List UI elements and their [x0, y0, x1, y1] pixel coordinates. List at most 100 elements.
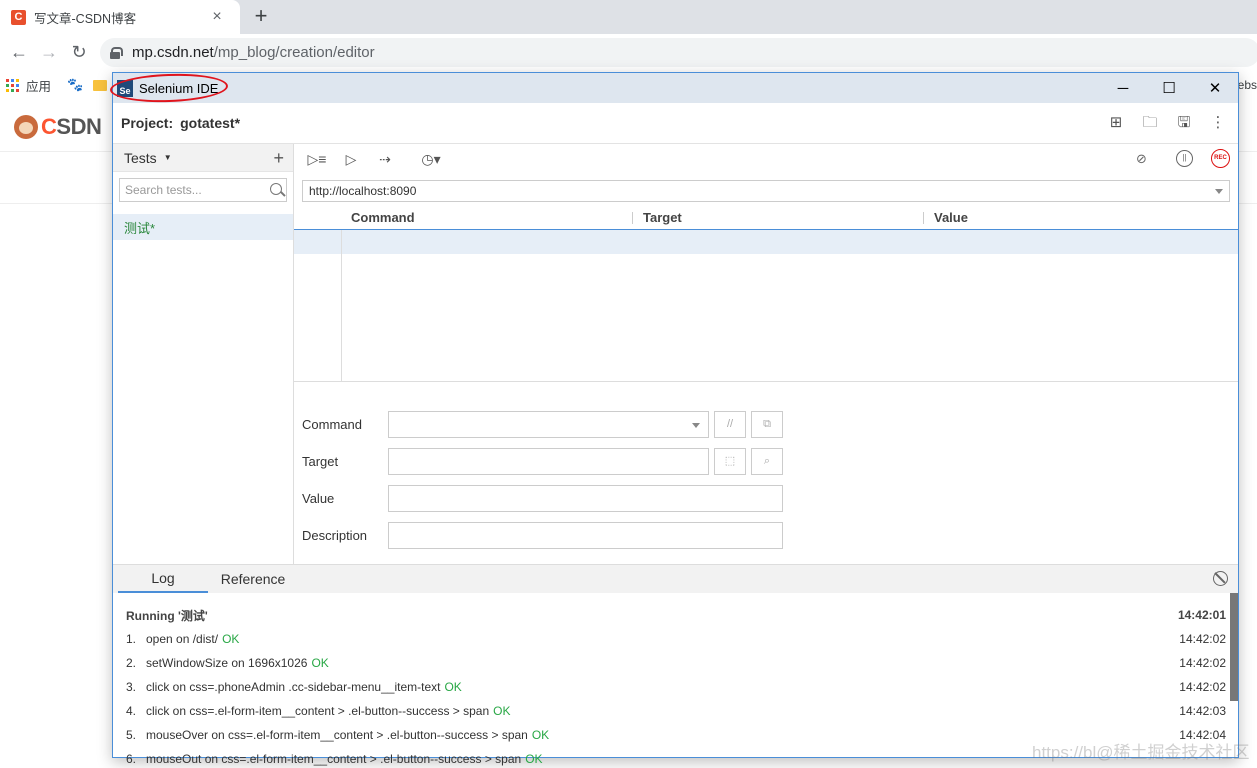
tab-reference[interactable]: Reference	[208, 565, 298, 593]
log-panel: Log Reference Running '测试' 14:42:01 1. o…	[113, 564, 1238, 766]
log-entry-text: click on css=.el-form-item__content > .e…	[146, 704, 490, 718]
command-table-header: Command Target Value	[294, 206, 1238, 230]
log-time: 14:42:01	[1177, 608, 1226, 622]
bookmark-apps[interactable]: 应用	[6, 76, 51, 95]
column-divider	[632, 212, 633, 224]
row-number-gutter	[341, 230, 342, 382]
reload-icon[interactable]: ↻	[68, 41, 90, 63]
log-entry-status: OK	[311, 656, 329, 670]
record-button[interactable]: REC	[1211, 149, 1230, 168]
address-bar[interactable]: mp.csdn.net/mp_blog/creation/editor	[100, 38, 1257, 67]
test-item[interactable]: 测试*	[113, 214, 293, 240]
log-entry-number: 5.	[126, 728, 137, 742]
log-entry-status: OK	[222, 632, 240, 646]
target-label: Target	[302, 454, 339, 469]
editor-toolbar: ▷≡ ▷ ⇢ ◷▾ ⊘ || REC	[294, 144, 1238, 174]
baidu-paw-icon[interactable]: 🐾	[67, 78, 83, 92]
log-time: 14:42:02	[1179, 680, 1226, 694]
log-entry-text: open on /dist/	[146, 632, 219, 646]
tab-title: 写文章-CSDN博客	[34, 11, 137, 26]
browser-tab[interactable]: C 写文章-CSDN博客 ×	[0, 0, 240, 34]
search-tests-input[interactable]: Search tests...	[119, 178, 287, 202]
command-label: Command	[302, 417, 362, 432]
test-speed-icon[interactable]: ◷▾	[416, 149, 446, 169]
save-project-icon[interactable]: 🖫	[1174, 114, 1194, 132]
add-test-icon[interactable]: +	[273, 148, 284, 169]
column-command: Command	[351, 210, 415, 225]
minimize-icon[interactable]: ─	[1100, 73, 1146, 103]
select-target-icon[interactable]: ⬚	[714, 448, 746, 475]
log-time: 14:42:03	[1179, 704, 1226, 718]
selected-command-row[interactable]	[294, 230, 1238, 254]
close-tab-icon[interactable]: ×	[209, 8, 225, 26]
command-row: Command // ⧉	[302, 406, 783, 443]
bookmark-apps-label: 应用	[26, 79, 52, 94]
tests-header-label: Tests	[124, 149, 157, 166]
chevron-down-icon	[1215, 189, 1223, 194]
lock-icon	[110, 46, 123, 59]
log-entry-number: 4.	[126, 704, 137, 718]
log-entry-text: mouseOut on css=.el-form-item__content >…	[146, 752, 522, 766]
column-divider	[923, 212, 924, 224]
maximize-icon[interactable]: ☐	[1146, 73, 1192, 103]
log-entry: 3. click on css=.phoneAdmin .cc-sidebar-…	[126, 675, 1226, 699]
selenium-ide-window: Se Selenium IDE ─ ☐ ✕ Project: gotatest*…	[109, 71, 1239, 766]
log-entry: 4. click on css=.el-form-item__content >…	[126, 699, 1226, 723]
project-label: Project:	[121, 115, 174, 131]
new-project-icon[interactable]: ⊞	[1106, 114, 1126, 132]
bookmark-truncated[interactable]: ebs	[1238, 78, 1257, 92]
column-target: Target	[643, 210, 682, 225]
project-name: gotatest*	[180, 115, 241, 131]
log-tabs: Log Reference	[113, 565, 1238, 593]
tab-log[interactable]: Log	[118, 565, 208, 593]
pause-on-exceptions-icon[interactable]: ||	[1176, 150, 1193, 167]
log-entry-text: click on css=.phoneAdmin .cc-sidebar-men…	[146, 680, 441, 694]
back-icon[interactable]: ←	[8, 41, 30, 63]
find-target-icon[interactable]: ⌕	[751, 448, 783, 475]
forward-icon[interactable]: →	[38, 41, 60, 63]
new-tab-button[interactable]: +	[249, 4, 273, 28]
log-time: 14:42:02	[1179, 656, 1226, 670]
tests-dropdown[interactable]: Tests ▼ +	[113, 144, 293, 172]
log-entry: 2. setWindowSize on 1696x1026 OK 14:42:0…	[126, 651, 1226, 675]
log-entry-text: mouseOver on css=.el-form-item__content …	[146, 728, 528, 742]
url-host: mp.csdn.net	[132, 44, 214, 61]
base-url-select[interactable]: http://localhost:8090	[302, 180, 1230, 202]
open-reference-icon[interactable]: ⧉	[751, 411, 783, 438]
run-all-tests-icon[interactable]: ▷≡	[306, 149, 328, 169]
browser-tab-strip: C 写文章-CSDN博客 × +	[0, 0, 1257, 34]
apps-grid-icon	[6, 78, 19, 92]
step-over-icon[interactable]: ⇢	[374, 149, 396, 169]
red-circle-annotation	[109, 71, 229, 105]
log-entry-status: OK	[531, 728, 550, 742]
description-input[interactable]	[388, 522, 783, 549]
run-test-icon[interactable]: ▷	[340, 149, 362, 169]
csdn-mascot-icon	[14, 115, 38, 139]
disable-breakpoints-icon[interactable]: ⊘	[1136, 151, 1156, 166]
search-icon	[270, 183, 282, 195]
command-select[interactable]	[388, 411, 709, 438]
chevron-down-icon	[692, 423, 700, 428]
value-row: Value	[302, 480, 783, 517]
csdn-logo[interactable]: CSDN	[14, 114, 102, 140]
log-entry-number: 1.	[126, 632, 137, 646]
csdn-favicon-icon: C	[11, 9, 26, 25]
log-scrollbar[interactable]	[1230, 593, 1238, 701]
bookmark-folder-icon[interactable]	[93, 79, 108, 91]
command-table-body[interactable]	[294, 230, 1238, 382]
close-window-icon[interactable]: ✕	[1192, 73, 1238, 103]
open-project-icon[interactable]: 🗀	[1140, 114, 1160, 132]
test-editor: ▷≡ ▷ ⇢ ◷▾ ⊘ || REC http://localhost:8090…	[294, 144, 1238, 564]
log-entry-number: 3.	[126, 680, 137, 694]
clear-log-icon[interactable]	[1213, 571, 1228, 586]
command-table: Command Target Value	[294, 206, 1238, 382]
comment-button[interactable]: //	[714, 411, 746, 438]
log-running-text: Running '测试'	[126, 608, 208, 623]
target-input[interactable]	[388, 448, 709, 475]
description-label: Description	[302, 528, 368, 543]
log-entry-number: 2.	[126, 656, 137, 670]
more-options-icon[interactable]: ⋮	[1208, 114, 1228, 132]
value-input[interactable]	[388, 485, 783, 512]
target-row: Target ⬚ ⌕	[302, 443, 783, 480]
log-entry-number: 6.	[126, 752, 137, 766]
